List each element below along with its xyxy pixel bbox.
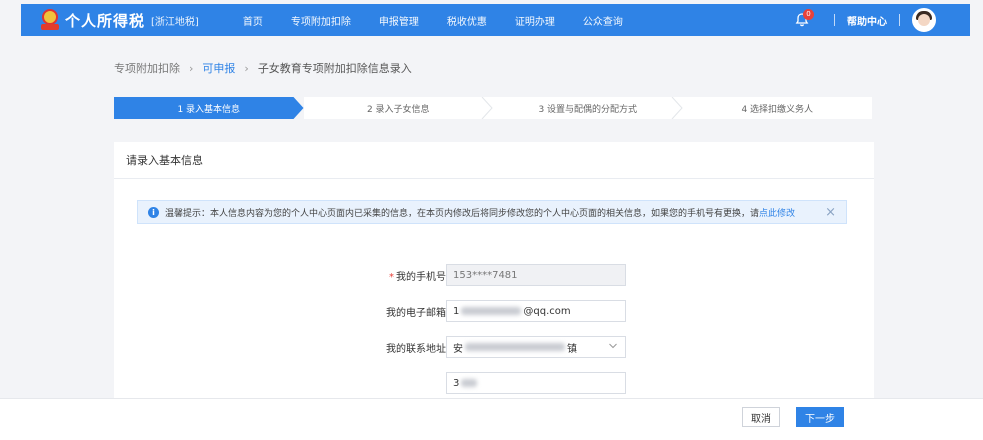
info-icon: i <box>148 206 159 218</box>
user-avatar[interactable] <box>912 8 936 32</box>
chevron-right-icon: › <box>189 61 194 75</box>
chevron-down-icon <box>609 343 617 349</box>
nav-item-home[interactable]: 首页 <box>243 13 263 28</box>
cancel-button[interactable]: 取消 <box>742 407 780 427</box>
phone-field: 153****7481 <box>446 264 626 286</box>
footer-action-bar: 取消 下一步 <box>0 398 983 440</box>
notice-banner: i 温馨提示：本人信息内容为您的个人中心页面内已采集的信息，在本页内修改后将同步… <box>137 200 847 224</box>
separator <box>834 14 835 26</box>
breadcrumb: 专项附加扣除 › 可申报 › 子女教育专项附加扣除信息录入 <box>114 60 412 76</box>
next-step-button[interactable]: 下一步 <box>796 407 844 427</box>
separator <box>899 14 900 26</box>
top-nav-bar: 个人所得税 [浙江地税] 首页 专项附加扣除 申报管理 税收优惠 证明办理 公众… <box>21 4 970 36</box>
step-divider <box>481 97 493 119</box>
address-detail-field[interactable]: 3 <box>446 372 626 394</box>
tax-emblem-icon <box>41 9 59 31</box>
nav-item-declaration[interactable]: 申报管理 <box>379 13 419 28</box>
email-label: 我的电子邮箱 <box>386 308 446 319</box>
required-asterisk: * <box>389 272 394 283</box>
step-4-withholding-agent: 4 选择扣缴义务人 <box>682 97 872 119</box>
notice-text: 温馨提示：本人信息内容为您的个人中心页面内已采集的信息，在本页内修改后将同步修改… <box>165 208 760 219</box>
brand-title: 个人所得税 <box>65 11 146 30</box>
card-header: 请录入基本信息 <box>114 142 874 179</box>
chevron-right-icon: › <box>244 61 249 75</box>
breadcrumb-declarable[interactable]: 可申报 <box>202 60 235 76</box>
step-label: 2 录入子女信息 <box>366 104 430 115</box>
redacted-text <box>465 343 565 351</box>
top-right-tools: 0 帮助中心 <box>794 8 936 32</box>
phone-label: * 我的手机号 <box>389 272 446 283</box>
main-nav: 首页 专项附加扣除 申报管理 税收优惠 证明办理 公众查询 <box>229 13 637 28</box>
redacted-text <box>461 379 478 387</box>
step-2-child-info: 2 录入子女信息 <box>303 97 493 119</box>
site-logo[interactable]: 个人所得税 [浙江地税] <box>41 9 199 31</box>
nav-item-public-query[interactable]: 公众查询 <box>583 13 623 28</box>
email-row: 我的电子邮箱 1 @qq.com <box>114 300 874 322</box>
address-row: 我的联系地址 安 镇 <box>114 336 874 358</box>
redacted-text <box>461 307 522 315</box>
step-label: 3 设置与配偶的分配方式 <box>538 104 638 115</box>
step-label: 4 选择扣缴义务人 <box>741 104 814 115</box>
nav-item-certificates[interactable]: 证明办理 <box>515 13 555 28</box>
basic-info-card: 请录入基本信息 i 温馨提示：本人信息内容为您的个人中心页面内已采集的信息，在本… <box>114 142 874 398</box>
step-3-spouse-allocation: 3 设置与配偶的分配方式 <box>493 97 683 119</box>
address-select[interactable]: 安 镇 <box>446 336 626 358</box>
region-label: [浙江地税] <box>151 16 199 28</box>
nav-item-special-deduction[interactable]: 专项附加扣除 <box>291 13 351 28</box>
address-label: 我的联系地址 <box>386 344 446 355</box>
phone-row: * 我的手机号 153****7481 <box>114 264 874 286</box>
address-detail-row: 3 <box>114 372 874 394</box>
help-center-link[interactable]: 帮助中心 <box>847 13 887 28</box>
card-title: 请录入基本信息 <box>126 154 203 167</box>
step-label: 1 录入基本信息 <box>177 104 241 115</box>
email-field[interactable]: 1 @qq.com <box>446 300 626 322</box>
notification-bell-icon[interactable]: 0 <box>794 9 814 28</box>
breadcrumb-special-deduction[interactable]: 专项附加扣除 <box>114 60 180 76</box>
breadcrumb-current-page: 子女教育专项附加扣除信息录入 <box>257 62 412 75</box>
close-icon[interactable]: × <box>825 205 836 220</box>
notice-modify-link[interactable]: 点此修改 <box>759 206 795 219</box>
step-indicator: 1 录入基本信息 2 录入子女信息 3 设置与配偶的分配方式 4 选择扣缴义务人 <box>114 97 872 119</box>
step-divider <box>671 97 683 119</box>
nav-item-tax-benefits[interactable]: 税收优惠 <box>447 13 487 28</box>
notification-count-badge: 0 <box>803 9 814 20</box>
step-1-basic-info: 1 录入基本信息 <box>114 97 304 119</box>
